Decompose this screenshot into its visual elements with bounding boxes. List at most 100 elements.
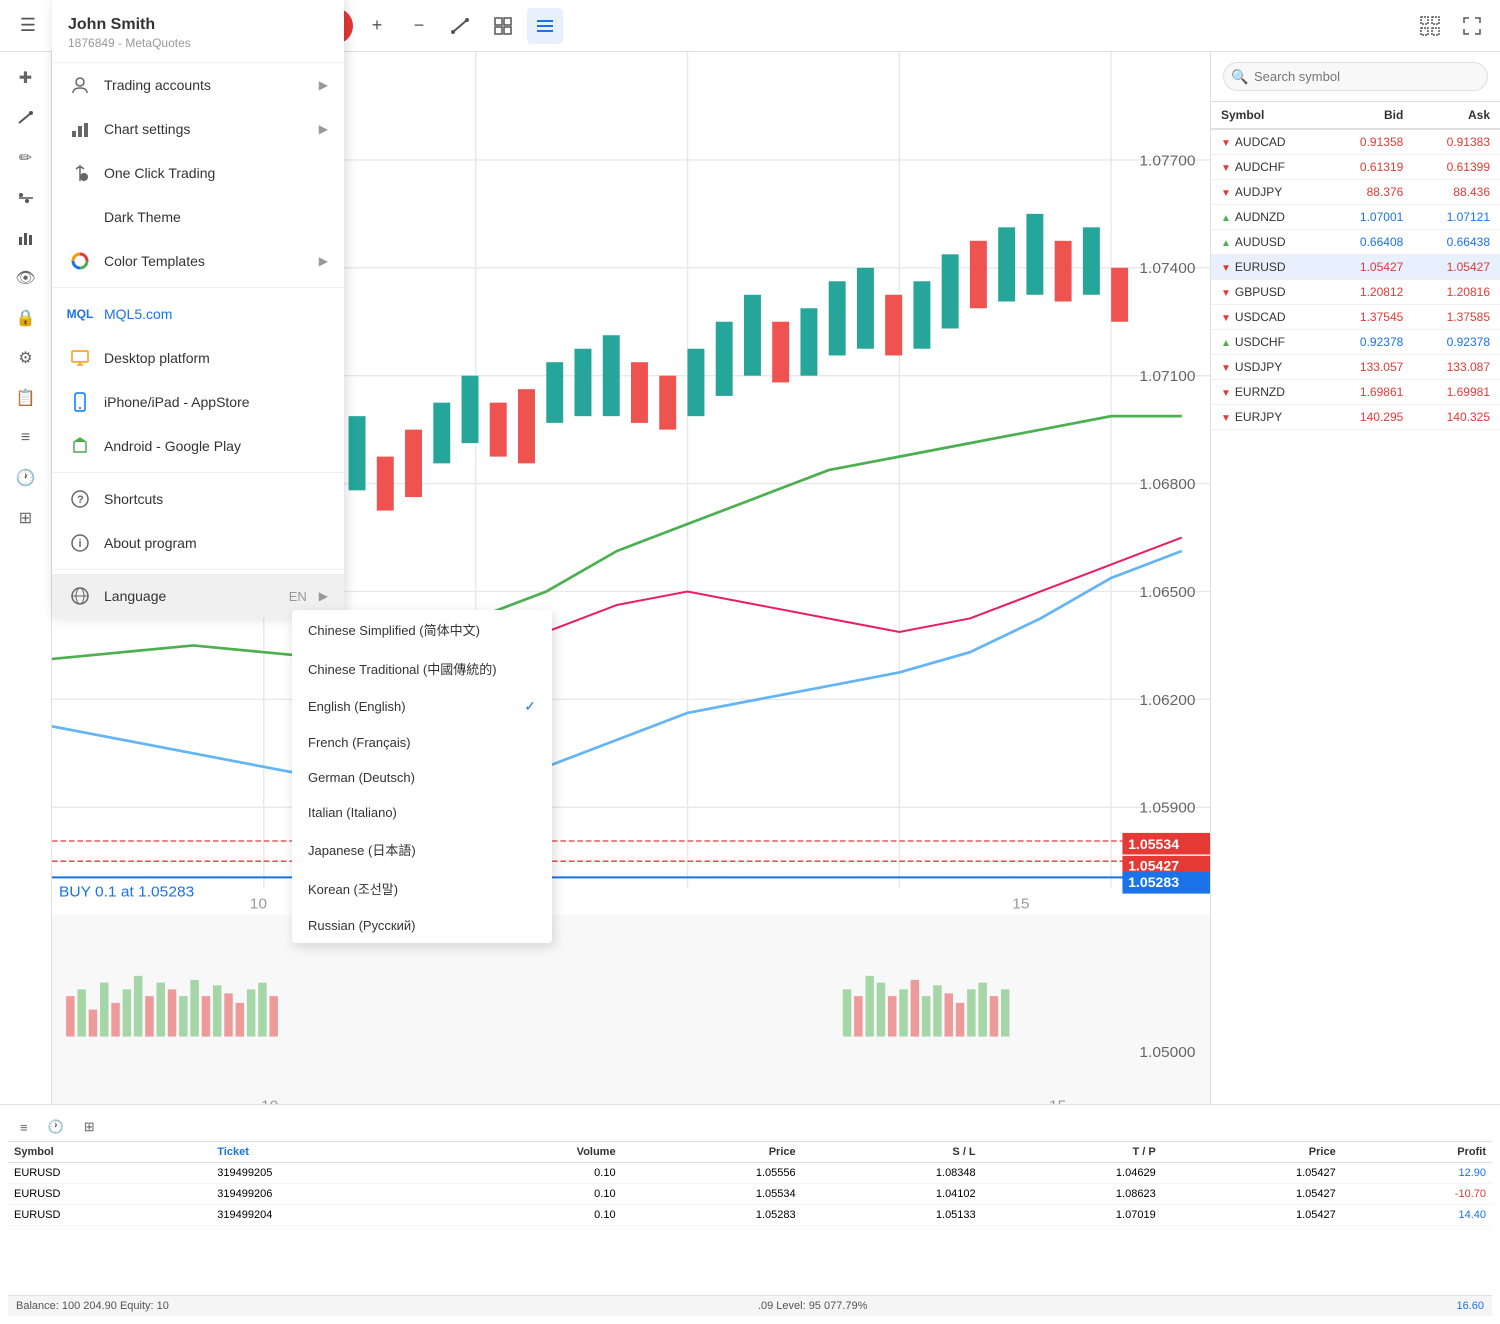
svg-text:1.06200: 1.06200	[1139, 692, 1195, 709]
menu-shortcuts[interactable]: ? Shortcuts	[52, 477, 344, 521]
sidebar-grid[interactable]: ⊞	[8, 500, 44, 536]
menu-button[interactable]: ☰	[10, 8, 46, 44]
left-sidebar: ✚ ✏ 👁 🔒 ⚙ 📋 ≡ 🕐 ⊞	[0, 52, 52, 1104]
bid-cell: 1.20812	[1327, 280, 1414, 305]
symbol-cell[interactable]: ▼EURNZD	[1211, 380, 1327, 405]
menu-desktop[interactable]: Desktop platform	[52, 336, 344, 380]
about-label: About program	[104, 535, 328, 551]
one-click-icon	[68, 161, 92, 185]
svg-text:1.05000: 1.05000	[1139, 1044, 1195, 1061]
svg-text:1.07700: 1.07700	[1139, 153, 1195, 170]
tab-history[interactable]: 🕐	[40, 1115, 72, 1139]
tab-grid[interactable]: ⊞	[76, 1115, 103, 1139]
lang-option-german[interactable]: German (Deutsch)	[292, 760, 552, 795]
pos-symbol: EURUSD	[8, 1205, 211, 1226]
pos-sl: 1.08348	[802, 1163, 982, 1184]
symbol-cell[interactable]: ▼GBPUSD	[1211, 280, 1327, 305]
sidebar-pencil[interactable]: ✏	[8, 140, 44, 176]
sidebar-eye[interactable]: 👁	[8, 260, 44, 296]
lang-option-korean[interactable]: Korean (조선말)	[292, 869, 552, 908]
col-bid: Bid	[1327, 102, 1414, 129]
menu-iphone[interactable]: iPhone/iPad - AppStore	[52, 380, 344, 424]
menu-chart-settings[interactable]: Chart settings ▶	[52, 107, 344, 151]
ask-cell: 1.07121	[1413, 205, 1500, 230]
menu-about[interactable]: i About program	[52, 521, 344, 565]
menu-mql5[interactable]: MQL MQL5.com	[52, 292, 344, 336]
sidebar-line[interactable]	[8, 100, 44, 136]
symbol-cell[interactable]: ▲AUDUSD	[1211, 230, 1327, 255]
screenshot-button[interactable]	[1412, 8, 1448, 44]
user-account: 1876849 - MetaQuotes	[68, 36, 328, 50]
list-button[interactable]	[527, 8, 563, 44]
th-ticket: Ticket	[211, 1142, 444, 1163]
symbol-cell[interactable]: ▼AUDJPY	[1211, 180, 1327, 205]
search-input[interactable]	[1223, 62, 1488, 91]
android-icon	[68, 434, 92, 458]
menu-divider-1	[52, 287, 344, 288]
ios-icon	[68, 390, 92, 414]
sidebar-chart-type[interactable]	[8, 220, 44, 256]
pos-volume: 0.10	[445, 1205, 622, 1226]
chart-settings-icon	[68, 117, 92, 141]
th-tp: T / P	[982, 1142, 1162, 1163]
line-tools-button[interactable]	[443, 8, 479, 44]
symbol-cell[interactable]: ▼EURJPY	[1211, 405, 1327, 430]
lang-option-french[interactable]: French (Français)	[292, 725, 552, 760]
symbol-cell[interactable]: ▼USDJPY	[1211, 355, 1327, 380]
svg-text:1.05283: 1.05283	[1128, 875, 1179, 890]
lang-option-japanese[interactable]: Japanese (日本語)	[292, 830, 552, 869]
bottom-positions: ≡ 🕐 ⊞ Symbol Ticket Volume Price S / L T…	[0, 1105, 1500, 1324]
lang-option-label: German (Deutsch)	[308, 770, 415, 785]
sidebar-orders[interactable]: 📋	[8, 380, 44, 416]
pos-sl: 1.04102	[802, 1184, 982, 1205]
bid-cell: 0.91358	[1327, 129, 1414, 155]
direction-arrow: ▼	[1221, 288, 1231, 299]
tab-orders[interactable]: ≡	[12, 1116, 36, 1139]
menu-one-click[interactable]: One Click Trading	[52, 151, 344, 195]
sidebar-settings[interactable]: ⚙	[8, 340, 44, 376]
android-label: Android - Google Play	[104, 438, 328, 454]
sidebar-history[interactable]: 🕐	[8, 460, 44, 496]
symbol-cell[interactable]: ▼AUDCHF	[1211, 155, 1327, 180]
language-arrow: ▶	[319, 589, 328, 603]
lang-option-zh-simplified[interactable]: Chinese Simplified (简体中文)	[292, 610, 552, 649]
symbol-table: Symbol Bid Ask ▼AUDCAD 0.91358 0.91383 ▼…	[1211, 102, 1500, 1104]
sidebar-lock[interactable]: 🔒	[8, 300, 44, 336]
color-templates-arrow: ▶	[319, 254, 328, 268]
sidebar-crosshair[interactable]: ✚	[8, 60, 44, 96]
symbol-cell[interactable]: ▼AUDCAD	[1211, 129, 1327, 155]
main-menu: John Smith 1876849 - MetaQuotes Trading …	[52, 0, 344, 618]
minus-button[interactable]: −	[401, 8, 437, 44]
symbol-cell[interactable]: ▼USDCAD	[1211, 305, 1327, 330]
symbol-cell[interactable]: ▲USDCHF	[1211, 330, 1327, 355]
search-bar: 🔍	[1211, 52, 1500, 102]
svg-text:1.05900: 1.05900	[1139, 800, 1195, 817]
app-container: ☰ Demo + − ✚	[0, 0, 1500, 1324]
add-button[interactable]: +	[359, 8, 395, 44]
sidebar-fib[interactable]	[8, 180, 44, 216]
lang-option-russian[interactable]: Russian (Русский)	[292, 908, 552, 943]
menu-color-templates[interactable]: Color Templates ▶	[52, 239, 344, 283]
lang-option-english[interactable]: English (English) ✓	[292, 688, 552, 725]
bottom-panel: ≡ 🕐 ⊞ Symbol Ticket Volume Price S / L T…	[0, 1104, 1500, 1324]
total-profit: 16.60	[1456, 1300, 1484, 1312]
fullscreen-button[interactable]	[1454, 8, 1490, 44]
pos-curprice: 1.05427	[1162, 1205, 1342, 1226]
user-name: John Smith	[68, 16, 328, 34]
svg-text:1.07100: 1.07100	[1139, 368, 1195, 385]
lang-option-italian[interactable]: Italian (Italiano)	[292, 795, 552, 830]
svg-text:10: 10	[261, 1098, 278, 1104]
menu-android[interactable]: Android - Google Play	[52, 424, 344, 468]
pos-tp: 1.07019	[982, 1205, 1162, 1226]
lang-option-zh-traditional[interactable]: Chinese Traditional (中國傳統的)	[292, 649, 552, 688]
sidebar-lines[interactable]: ≡	[8, 420, 44, 456]
symbol-cell[interactable]: ▲AUDNZD	[1211, 205, 1327, 230]
menu-dark-theme[interactable]: Dark Theme	[52, 195, 344, 239]
grid-button[interactable]	[485, 8, 521, 44]
bid-cell: 0.92378	[1327, 330, 1414, 355]
balance-bar: Balance: 100 204.90 Equity: 10 .09 Level…	[8, 1295, 1492, 1316]
symbol-cell[interactable]: ▼EURUSD	[1211, 255, 1327, 280]
one-click-label: One Click Trading	[104, 165, 328, 181]
menu-trading-accounts[interactable]: Trading accounts ▶	[52, 63, 344, 107]
pos-ticket: 319499206	[211, 1184, 444, 1205]
